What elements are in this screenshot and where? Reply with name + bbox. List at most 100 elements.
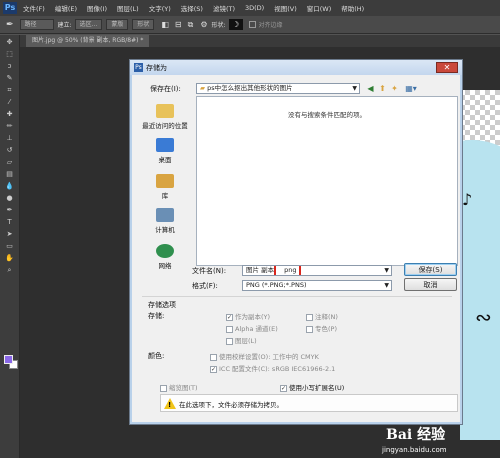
format-label: 格式(F):: [192, 282, 218, 290]
network-icon: [156, 244, 174, 258]
menu-layer[interactable]: 图层(L): [117, 3, 139, 13]
gradient-tool-icon[interactable]: ▤: [5, 170, 15, 179]
color-label: 颜色:: [148, 352, 165, 360]
close-button[interactable]: ✕: [436, 62, 458, 73]
format-value: PNG (*.PNG;*.PNS): [246, 281, 307, 289]
path-align-icon[interactable]: ⊟: [175, 20, 182, 29]
pen-tool-icon[interactable]: ✒: [6, 20, 14, 30]
save-in-label: 保存在(I):: [150, 85, 181, 93]
healing-tool-icon[interactable]: ✚: [5, 110, 15, 119]
photoshop-icon: Ps: [134, 63, 143, 72]
baidu-watermark: Bai 经验 jingyan.baidu.com: [378, 424, 500, 458]
gear-icon[interactable]: ⚙: [200, 20, 207, 29]
notes-checkbox[interactable]: 注释(N): [306, 311, 338, 321]
cancel-button[interactable]: 取消: [404, 278, 457, 291]
save-in-select[interactable]: ▰ ps中怎么抠出其他形状的图片 ▼: [196, 83, 360, 94]
places-bar: 最近访问的位置 桌面 库 计算机 网络: [137, 96, 193, 272]
shape-button[interactable]: 形状: [132, 19, 155, 30]
type-tool-icon[interactable]: T: [5, 218, 15, 227]
place-desktop[interactable]: 桌面: [137, 138, 193, 164]
as-copy-checkbox[interactable]: ✓ 作为副本(Y): [226, 311, 270, 321]
place-library[interactable]: 库: [137, 174, 193, 200]
options-divider: [142, 296, 452, 297]
icc-checkbox[interactable]: ✓ ICC 配置文件(C): sRGB IEC61966-2.1: [210, 363, 335, 373]
menu-file[interactable]: 文件(F): [23, 3, 45, 13]
shape-picker[interactable]: ☽: [228, 19, 243, 30]
build-label: 建立:: [57, 22, 72, 29]
save-as-dialog: Ps 存储为 ✕ 保存在(I): ▰ ps中怎么抠出其他形状的图片 ▼ ◀ ⬆ …: [129, 59, 463, 425]
menu-image[interactable]: 图像(I): [87, 3, 107, 13]
document-canvas[interactable]: ♪ ∾: [460, 90, 500, 440]
warning-box: ! 在此选项下，文件必须存储为拷贝。: [160, 394, 458, 412]
menu-help[interactable]: 帮助(H): [341, 3, 364, 13]
lowercase-ext-checkbox[interactable]: ✓ 使用小写扩展名(U): [280, 382, 344, 392]
pen-tool-icon[interactable]: ✒: [5, 206, 15, 215]
watermark-logo: Bai 经验: [386, 427, 446, 443]
shape-tool-icon[interactable]: ▭: [5, 242, 15, 251]
proof-checkbox[interactable]: 使用校样设置(O): 工作中的 CMYK: [210, 351, 319, 361]
menu-window[interactable]: 窗口(W): [307, 3, 332, 13]
document-tab-bar: 图片.jpg @ 50% (背景 副本, RGB/8#) *: [20, 35, 500, 47]
menu-select[interactable]: 选择(S): [181, 3, 203, 13]
menu-filter[interactable]: 滤镜(T): [213, 3, 235, 13]
selection-button[interactable]: 选区...: [74, 19, 103, 30]
eyedropper-tool-icon[interactable]: ⁄: [5, 98, 15, 107]
document-tab[interactable]: 图片.jpg @ 50% (背景 副本, RGB/8#) *: [26, 35, 150, 47]
stamp-tool-icon[interactable]: ⊥: [5, 134, 15, 143]
blur-tool-icon[interactable]: 💧: [5, 182, 15, 191]
hand-tool-icon[interactable]: ✋: [5, 254, 15, 263]
foreground-color-swatch[interactable]: [4, 355, 13, 364]
file-list[interactable]: 没有与搜索条件匹配的项。: [196, 96, 458, 266]
back-icon[interactable]: ◀: [366, 84, 375, 93]
layers-checkbox[interactable]: 图层(L): [226, 335, 257, 345]
extension-highlight: [274, 266, 301, 275]
path-select-tool-icon[interactable]: ➤: [5, 230, 15, 239]
quick-select-tool-icon[interactable]: ✎: [5, 74, 15, 83]
library-icon: [156, 174, 174, 188]
warning-text: 在此选项下，文件必须存储为拷贝。: [179, 401, 283, 409]
dialog-titlebar: Ps 存储为 ✕: [130, 60, 462, 75]
up-folder-icon[interactable]: ⬆: [378, 84, 387, 93]
place-network[interactable]: 网络: [137, 244, 193, 270]
swirl-glyph: ∾: [475, 305, 492, 329]
options-header: 存储选项: [148, 301, 176, 309]
filename-label: 文件名(N):: [192, 267, 227, 275]
brush-tool-icon[interactable]: ✏: [5, 122, 15, 131]
dodge-tool-icon[interactable]: ●: [5, 194, 15, 203]
path-arrange-icon[interactable]: ⧉: [188, 20, 194, 30]
menu-type[interactable]: 文字(Y): [149, 3, 171, 13]
chevron-down-icon: ▼: [384, 267, 389, 274]
view-menu-icon[interactable]: ▦▾: [403, 84, 419, 93]
zoom-tool-icon[interactable]: ⌕: [5, 266, 15, 275]
crop-tool-icon[interactable]: ⌗: [5, 86, 15, 95]
marquee-tool-icon[interactable]: ⬚: [5, 50, 15, 59]
eraser-tool-icon[interactable]: ▱: [5, 158, 15, 167]
desktop-icon: [156, 138, 174, 152]
empty-message: 没有与搜索条件匹配的项。: [288, 111, 366, 119]
save-button[interactable]: 保存(S): [404, 263, 457, 276]
menu-bar: Ps 文件(F) 编辑(E) 图像(I) 图层(L) 文字(Y) 选择(S) 滤…: [0, 0, 500, 16]
filename-input[interactable]: 图片 副本 png ▼: [242, 265, 392, 276]
place-computer[interactable]: 计算机: [137, 208, 193, 234]
mode-select[interactable]: 路径: [19, 19, 54, 30]
format-select[interactable]: PNG (*.PNG;*.PNS) ▼: [242, 280, 392, 291]
new-folder-icon[interactable]: ✦: [390, 84, 399, 93]
move-tool-icon[interactable]: ✥: [5, 38, 15, 47]
dialog-title: 存储为: [146, 64, 167, 72]
thumbnail-checkbox[interactable]: 缩览图(T): [160, 382, 198, 392]
folder-icon: ▰: [200, 84, 205, 92]
menu-edit[interactable]: 编辑(E): [55, 3, 77, 13]
history-brush-tool-icon[interactable]: ↺: [5, 146, 15, 155]
menu-3d[interactable]: 3D(D): [245, 4, 264, 12]
storage-label: 存储:: [148, 312, 165, 320]
spot-checkbox[interactable]: 专色(P): [306, 323, 337, 333]
align-edges-checkbox[interactable]: [248, 21, 256, 28]
alpha-checkbox[interactable]: Alpha 通道(E): [226, 323, 278, 333]
lasso-tool-icon[interactable]: ↄ: [5, 62, 15, 71]
mask-button[interactable]: 蒙版: [106, 19, 129, 30]
watermark-url: jingyan.baidu.com: [382, 446, 447, 454]
recent-places-icon: [156, 104, 174, 118]
menu-view[interactable]: 视图(V): [274, 3, 297, 13]
place-recent[interactable]: 最近访问的位置: [137, 104, 193, 130]
path-ops-icon[interactable]: ◧: [161, 20, 169, 29]
